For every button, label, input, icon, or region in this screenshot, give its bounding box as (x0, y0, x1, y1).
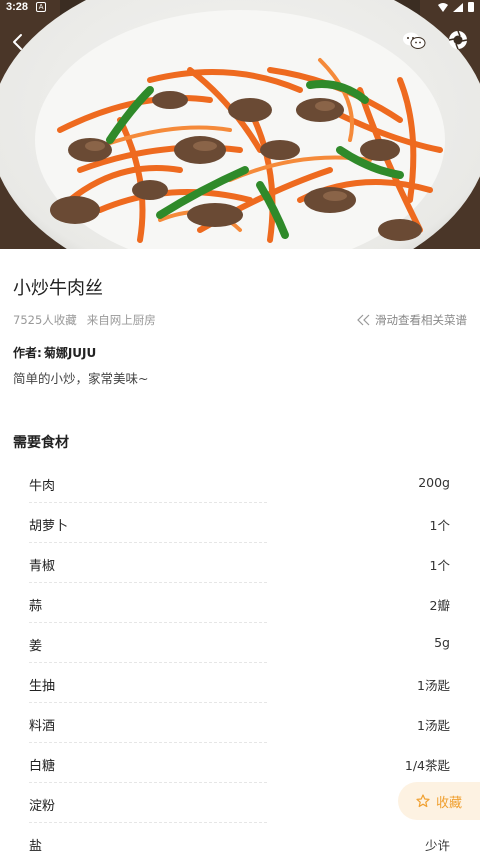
camera-button[interactable] (448, 30, 468, 50)
ingredients-heading: 需要食材 (13, 435, 69, 451)
favorite-button[interactable]: 收藏 (398, 782, 480, 820)
back-button[interactable] (8, 30, 28, 54)
camera-aperture-icon (448, 30, 468, 50)
ingredient-row: 姜 5g (0, 623, 480, 663)
ingredient-row: 料酒 1汤匙 (0, 703, 480, 743)
ingredient-name: 蒜 (29, 599, 43, 614)
author-name[interactable]: 菊娜JUJU (44, 344, 96, 361)
status-time: 3:28 (6, 1, 29, 13)
ingredient-amount: 5g (434, 635, 450, 650)
chevron-left-icon (13, 34, 22, 50)
wechat-icon (403, 32, 426, 49)
star-icon (416, 794, 430, 808)
recipe-title: 小炒牛肉丝 (13, 278, 103, 299)
ingredient-name: 淀粉 (29, 799, 56, 814)
author-line: 作者: 菊娜JUJU (13, 344, 96, 361)
ingredient-name: 青椒 (29, 559, 56, 574)
related-hint-label: 滑动查看相关菜谱 (375, 313, 467, 327)
signal-icon (453, 2, 463, 12)
ingredient-name: 料酒 (29, 719, 56, 734)
ingredient-name: 牛肉 (29, 479, 56, 494)
recipe-description: 简单的小炒，家常美味~ (13, 371, 149, 386)
battery-icon (468, 2, 474, 12)
ingredient-amount: 1汤匙 (417, 718, 450, 733)
ingredient-name: 生抽 (29, 679, 56, 694)
ingredient-row: 白糖 1/4茶匙 (0, 743, 480, 783)
ingredient-amount: 2瓣 (429, 598, 450, 613)
ingredient-amount: 1个 (429, 558, 450, 573)
recipe-source: 来自网上厨房 (86, 313, 156, 327)
ingredient-row: 牛肉 200g (0, 463, 480, 503)
ingredient-name: 盐 (29, 839, 43, 854)
ingredient-name: 胡萝卜 (29, 519, 69, 534)
notification-badge: A (36, 2, 47, 12)
ingredient-amount: 1/4茶匙 (404, 758, 450, 773)
author-label: 作者: (13, 346, 42, 360)
wechat-share-button[interactable] (402, 30, 426, 52)
ingredient-name: 白糖 (29, 759, 56, 774)
double-chevron-left-icon (357, 314, 370, 326)
recipe-meta: 7525人收藏 来自网上厨房 (13, 312, 156, 328)
ingredient-row: 盐 少许 (0, 823, 480, 857)
ingredient-row: 青椒 1个 (0, 543, 480, 583)
ingredient-row: 生抽 1汤匙 (0, 663, 480, 703)
ingredient-name: 姜 (29, 639, 43, 654)
ingredient-row: 蒜 2瓣 (0, 583, 480, 623)
wifi-icon (438, 2, 448, 12)
ingredient-amount: 少许 (424, 838, 450, 853)
favorite-label: 收藏 (435, 795, 462, 811)
ingredient-row: 胡萝卜 1个 (0, 503, 480, 543)
related-recipes-hint[interactable]: 滑动查看相关菜谱 (357, 312, 467, 328)
ingredient-amount: 200g (418, 475, 450, 490)
ingredient-amount: 1个 (429, 518, 450, 533)
ingredient-amount: 1汤匙 (417, 678, 450, 693)
status-bar: 3:28 A (0, 0, 480, 14)
favorites-count: 7525人收藏 (13, 313, 77, 327)
